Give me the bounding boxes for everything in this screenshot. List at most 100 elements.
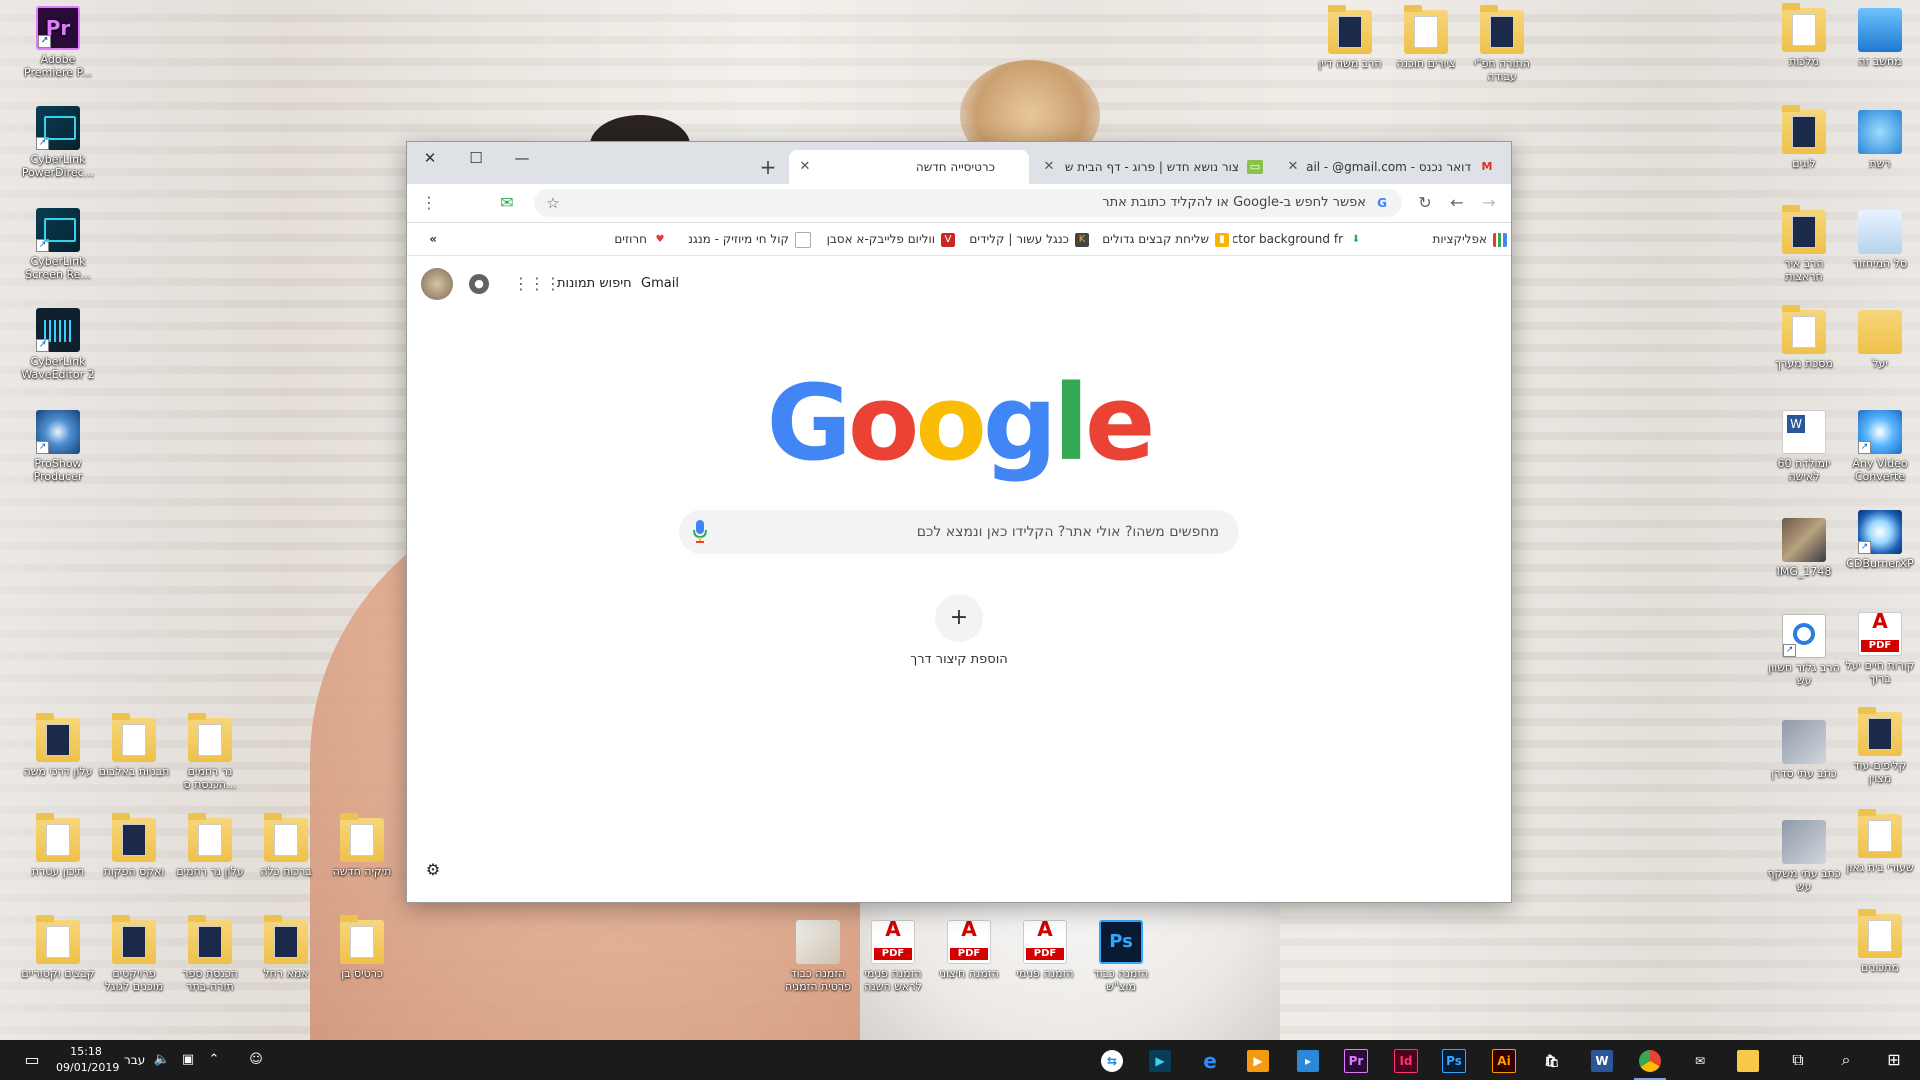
close-window-button[interactable]: ✕ — [407, 142, 453, 174]
store-icon[interactable]: 🛍 — [1528, 1040, 1576, 1080]
bookmark-item[interactable]: קול חי מיוזיק - מנגנ — [669, 223, 811, 255]
desktop-folder[interactable]: עלון נר רחמים — [172, 813, 248, 878]
back-icon[interactable]: ← — [1445, 191, 1469, 215]
desktop-icon-this-pc[interactable]: מחשב זה — [1842, 8, 1918, 68]
desktop-folder[interactable]: תיכון עטרת — [20, 813, 96, 878]
close-tab-icon[interactable]: ✕ — [1285, 150, 1301, 184]
maximize-window-button[interactable]: ☐ — [453, 142, 499, 174]
media-player-icon[interactable]: ▶ — [1234, 1040, 1282, 1080]
chrome-titlebar[interactable]: ✕ ☐ — + ✕ כרטיסייה חדשה ✕ ▭ צור נושא חדש… — [407, 142, 1511, 184]
new-tab-button[interactable]: + — [755, 154, 781, 180]
star-icon[interactable]: ☆ — [542, 192, 564, 214]
desktop-folder[interactable]: תבניות באלבום — [96, 713, 172, 778]
bookmark-item[interactable]: V ווליום פלייבק-א אסבן — [815, 223, 955, 255]
onenote-icon[interactable]: ▸ — [1284, 1040, 1332, 1080]
desktop-folder[interactable]: פרויקטים מוכנים לגוגל — [96, 915, 172, 993]
desktop-folder[interactable]: הרב משה דיין — [1312, 5, 1388, 70]
teamviewer-icon[interactable]: ⇆ — [1088, 1040, 1136, 1080]
language-indicator[interactable]: עבר — [124, 1040, 145, 1080]
task-view-icon[interactable]: ⧉ — [1774, 1040, 1822, 1080]
desktop-folder[interactable]: מתכונים — [1842, 909, 1918, 974]
desktop-folder[interactable]: הכנסת ספר תורה-בתר — [172, 915, 248, 993]
chrome-icon[interactable] — [1626, 1040, 1674, 1080]
desktop-icon-recycle-bin[interactable]: סל המיחזור — [1842, 210, 1918, 270]
desktop-file[interactable]: IMG_1748 — [1766, 518, 1842, 578]
desktop-folder[interactable]: ציורים תוכנה — [1388, 5, 1464, 70]
illustrator-icon[interactable]: Ai — [1480, 1040, 1528, 1080]
search-icon[interactable]: ⌕ — [1822, 1040, 1870, 1080]
close-tab-icon[interactable]: ✕ — [1041, 150, 1057, 184]
desktop-icon-any-video-converter[interactable]: ↗ Any Video Converte — [1842, 410, 1918, 483]
desktop-file[interactable]: הזמנה כבוד פרטית הזמניה — [780, 920, 856, 993]
desktop-folder[interactable]: לוגים — [1766, 105, 1842, 170]
desktop-folder[interactable]: קליפים-עוד מצוין — [1842, 707, 1918, 785]
photoshop-icon[interactable]: Ps — [1430, 1040, 1478, 1080]
desktop-icon-user-folder[interactable]: יעל — [1842, 310, 1918, 370]
desktop-folder[interactable]: הרב איר חראצות — [1766, 205, 1842, 283]
bookmark-item[interactable]: ⬇ Vector background fr — [1233, 223, 1363, 255]
extension-icon[interactable]: ✉ — [495, 191, 519, 215]
file-explorer-icon[interactable] — [1724, 1040, 1772, 1080]
desktop-file[interactable]: ↗ הרב גלזר חשוון עש — [1766, 614, 1842, 687]
desktop-file[interactable]: A PDF הזמנה חיצוני — [931, 919, 1007, 980]
tab-new-tab[interactable]: ✕ כרטיסייה חדשה — [789, 150, 1029, 184]
desktop-icon-network[interactable]: רשת — [1842, 110, 1918, 170]
desktop-file[interactable]: יומולדת 60 לאישה — [1766, 410, 1842, 483]
desktop-folder[interactable]: שעורי בית גאון — [1842, 809, 1918, 874]
gear-icon[interactable]: ⚙ — [423, 860, 443, 880]
network-status-icon[interactable]: ▣ — [176, 1040, 200, 1080]
bookmarks-overflow-button[interactable]: » — [417, 223, 437, 255]
indesign-icon[interactable]: Id — [1382, 1040, 1430, 1080]
desktop-icon-cdburner[interactable]: ↗ CDBurnerXP — [1842, 510, 1918, 570]
notifications-bell-icon[interactable]: ● — [469, 274, 489, 294]
apps-grid-icon[interactable]: ⋮⋮⋮ — [513, 272, 561, 296]
chevron-up-icon[interactable]: ⌃ — [202, 1040, 226, 1080]
desktop-file[interactable]: Ps הזמנה כבוד מוצ"ש — [1083, 920, 1159, 993]
microphone-icon[interactable] — [693, 520, 707, 544]
bookmark-item[interactable]: ♥ חרוזים — [587, 223, 667, 255]
desktop-file[interactable]: A PDF קורות חיים יעל ברוך — [1842, 611, 1918, 685]
clock[interactable]: 15:18 09/01/2019 — [56, 1044, 119, 1076]
reload-icon[interactable]: ↻ — [1413, 191, 1437, 215]
desktop-file[interactable]: A PDF הזמנה פנימי — [1007, 919, 1083, 980]
bookmark-item[interactable]: אפליקציות — [1415, 223, 1507, 255]
desktop-icon-screen-recorder[interactable]: ↗ CyberLink Screen Re... — [20, 208, 96, 281]
start-icon[interactable]: ⊞ — [1870, 1040, 1918, 1080]
desktop-folder[interactable]: אמא רחל — [248, 915, 324, 980]
desktop-icon-wave-editor[interactable]: ↗ CyberLink WaveEditor 2 — [20, 308, 96, 381]
search-input[interactable]: מחפשים משהו? אולי אתר? הקלידו כאן ונמצא … — [679, 510, 1239, 554]
add-shortcut-button[interactable]: + — [935, 594, 983, 642]
tab-gmail[interactable]: ✕ M דואר נכנס - Gmail - @gmail.com — [1277, 150, 1505, 184]
desktop-folder[interactable]: נר רחמים הכנסת ס... — [172, 713, 248, 791]
mail-icon[interactable]: ✉ — [1676, 1040, 1724, 1080]
desktop-folder[interactable]: עלון דרכי משה — [20, 713, 96, 778]
minimize-window-button[interactable]: — — [499, 142, 545, 174]
edge-icon[interactable]: e — [1186, 1040, 1234, 1080]
desktop-folder[interactable]: תיקיה חדשה — [324, 813, 400, 878]
desktop-folder[interactable]: כרטיס בן — [324, 915, 400, 980]
gmail-link[interactable]: Gmail — [641, 276, 679, 291]
desktop-folder[interactable]: התורה חפ"י עבודה — [1464, 5, 1540, 83]
tab-prog[interactable]: ✕ ▭ צור נושא חדש | פרוג - דף הבית ש — [1033, 150, 1273, 184]
desktop-file[interactable]: כתב עתי סדרן — [1766, 720, 1842, 780]
bookmark-item[interactable]: ▮ שליחת קבצים גדולים — [1093, 223, 1229, 255]
desktop-icon-proshow[interactable]: ↗ ProShow Producer — [20, 410, 96, 483]
premiere-icon[interactable]: Pr — [1332, 1040, 1380, 1080]
bookmark-item[interactable]: K כנגל עשור | קלידים — [959, 223, 1089, 255]
images-link[interactable]: חיפוש תמונות — [557, 276, 632, 291]
omnibox[interactable]: ☆ אפשר לחפש ב-Google או להקליד כתובת אתר… — [534, 189, 1402, 217]
desktop-icon-premiere[interactable]: Pr ↗ Adobe Premiere P... — [20, 6, 96, 79]
desktop-file[interactable]: A PDF הזמנה פנימי לראש השנה — [855, 919, 931, 993]
avatar[interactable] — [421, 268, 453, 300]
desktop-folder[interactable]: מלכות — [1766, 3, 1842, 68]
word-icon[interactable]: W — [1578, 1040, 1626, 1080]
desktop-folder[interactable]: קבצים וקטוריים — [20, 915, 96, 980]
desktop-folder[interactable]: ואקס הפקות — [96, 813, 172, 878]
chrome-menu-icon[interactable]: ⋮ — [417, 191, 441, 215]
desktop-folder[interactable]: מסכת מערך — [1766, 305, 1842, 370]
desktop-icon-powerdirector[interactable]: ↗ CyberLink PowerDirec... — [20, 106, 96, 179]
volume-icon[interactable]: 🔈 — [150, 1040, 174, 1080]
close-tab-icon[interactable]: ✕ — [797, 150, 813, 184]
action-center-icon[interactable]: ▭ — [10, 1040, 54, 1080]
people-icon[interactable]: ☺ — [244, 1040, 268, 1080]
